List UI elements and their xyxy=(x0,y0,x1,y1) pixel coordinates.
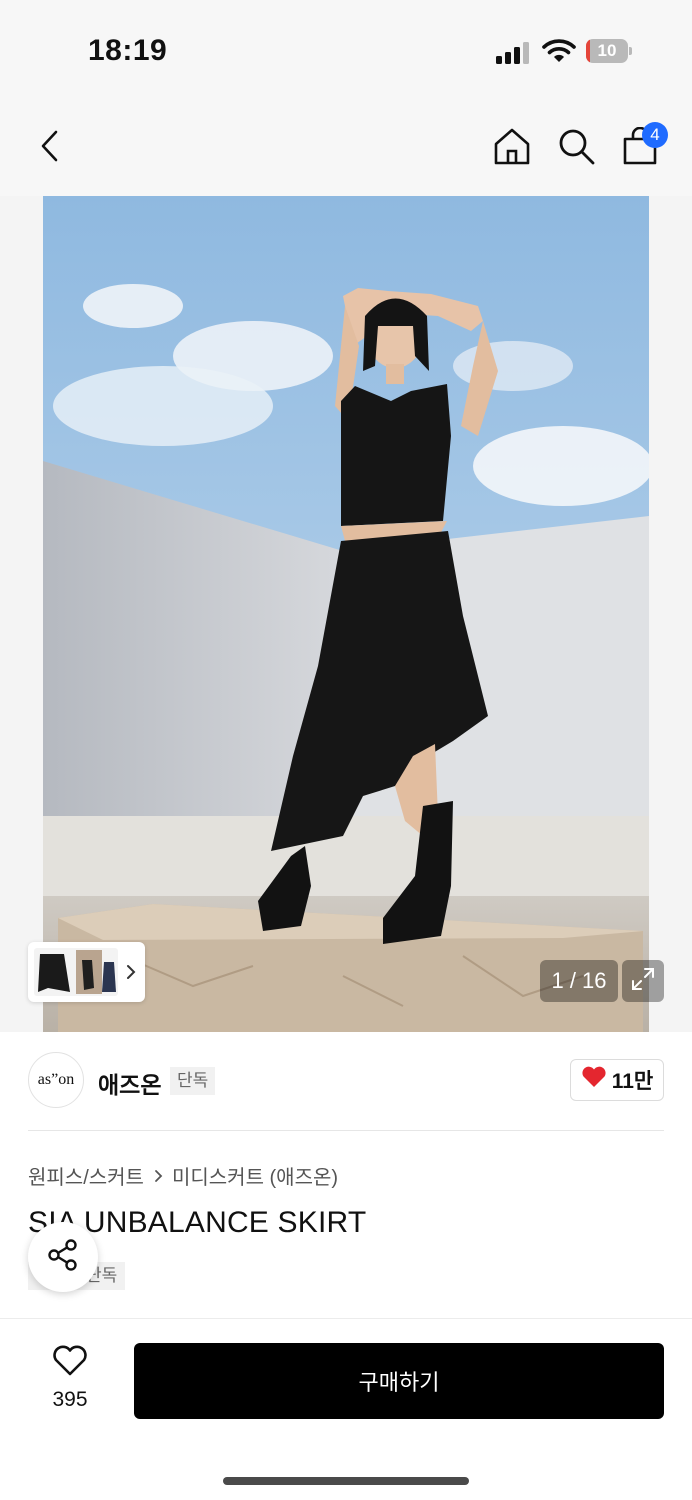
buy-button[interactable]: 구매하기 xyxy=(134,1343,664,1419)
thumbnail-strip[interactable] xyxy=(28,942,145,1002)
chevron-right-icon[interactable] xyxy=(122,958,140,986)
heart-outline-icon xyxy=(52,1345,88,1382)
brand-row: as”on 애즈온 단독 11만 xyxy=(28,1052,664,1110)
breadcrumb-subcategory[interactable]: 미디스커트 (애즈온) xyxy=(172,1161,338,1190)
breadcrumb-category[interactable]: 원피스/스커트 xyxy=(28,1161,144,1190)
home-icon xyxy=(493,127,531,170)
expand-icon xyxy=(630,966,656,997)
back-button[interactable] xyxy=(28,126,72,170)
home-indicator xyxy=(223,1477,469,1485)
brand-name[interactable]: 애즈온 xyxy=(98,1066,161,1100)
breadcrumb: 원피스/스커트 미디스커트 (애즈온) xyxy=(28,1160,338,1190)
wifi-icon xyxy=(542,38,576,64)
share-icon xyxy=(46,1238,80,1277)
back-arrow-icon xyxy=(38,129,62,168)
signal-icon xyxy=(496,40,532,64)
status-time: 18:19 xyxy=(88,34,168,67)
cart-count-badge: 4 xyxy=(642,122,668,148)
cart-button[interactable]: 4 xyxy=(618,122,668,170)
top-navigation: 4 xyxy=(0,100,692,196)
share-button[interactable] xyxy=(28,1222,98,1292)
status-bar: 18:19 10 xyxy=(0,0,692,100)
divider xyxy=(28,1130,664,1131)
thumbnail-image[interactable] xyxy=(34,948,118,996)
product-photo[interactable] xyxy=(43,196,649,1032)
bottom-action-bar: 395 구매하기 xyxy=(0,1318,692,1500)
wishlist-button[interactable]: 395 xyxy=(38,1345,102,1413)
expand-button[interactable] xyxy=(622,960,664,1002)
battery-level: 10 xyxy=(597,41,617,60)
home-button[interactable] xyxy=(490,126,534,170)
exclusive-tag: 단독 xyxy=(170,1067,216,1095)
battery-icon: 10 xyxy=(586,39,632,63)
brand-logo[interactable]: as”on xyxy=(28,1052,84,1108)
heart-filled-icon xyxy=(581,1066,607,1094)
search-icon xyxy=(557,127,595,170)
wishlist-count: 395 xyxy=(52,1388,88,1411)
search-button[interactable] xyxy=(554,126,598,170)
brand-like-count: 11만 xyxy=(611,1070,654,1093)
chevron-right-icon xyxy=(152,1167,164,1183)
brand-like-button[interactable]: 11만 xyxy=(570,1059,664,1101)
image-counter: 1 / 16 xyxy=(540,960,618,1002)
product-gallery[interactable]: 1 / 16 xyxy=(0,196,692,1032)
